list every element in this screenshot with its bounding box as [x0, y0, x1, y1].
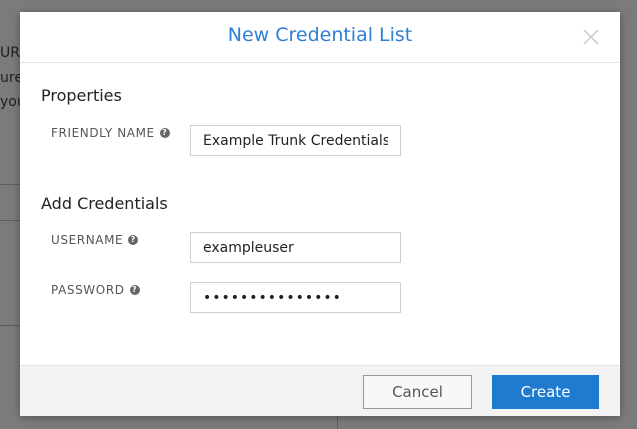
- close-button[interactable]: [582, 28, 600, 46]
- username-input[interactable]: [190, 232, 401, 263]
- create-button[interactable]: Create: [492, 375, 599, 409]
- username-label-text: USERNAME: [51, 233, 124, 247]
- background-divider: [0, 325, 22, 326]
- dialog-header: New Credential List: [20, 12, 620, 63]
- username-label: USERNAME ?: [51, 233, 139, 247]
- friendly-name-input[interactable]: [190, 125, 401, 156]
- dialog-title: New Credential List: [227, 24, 413, 46]
- password-input[interactable]: [190, 282, 401, 313]
- help-icon[interactable]: ?: [128, 235, 139, 245]
- add-credentials-heading: Add Credentials: [41, 194, 168, 213]
- friendly-name-label-text: FRIENDLY NAME: [51, 126, 155, 140]
- help-icon[interactable]: ?: [129, 285, 140, 295]
- background-divider: [0, 220, 22, 221]
- password-label-text: PASSWORD: [51, 283, 125, 297]
- cancel-button[interactable]: Cancel: [363, 375, 472, 409]
- friendly-name-label: FRIENDLY NAME ?: [51, 126, 170, 140]
- background-divider: [0, 184, 22, 185]
- help-icon[interactable]: ?: [159, 128, 170, 138]
- dialog-footer: Cancel Create: [20, 365, 620, 416]
- new-credential-list-dialog: New Credential List Properties FRIENDLY …: [20, 12, 620, 416]
- background-divider: [337, 414, 338, 429]
- password-label: PASSWORD ?: [51, 283, 140, 297]
- close-icon: [583, 29, 599, 45]
- properties-heading: Properties: [41, 86, 122, 105]
